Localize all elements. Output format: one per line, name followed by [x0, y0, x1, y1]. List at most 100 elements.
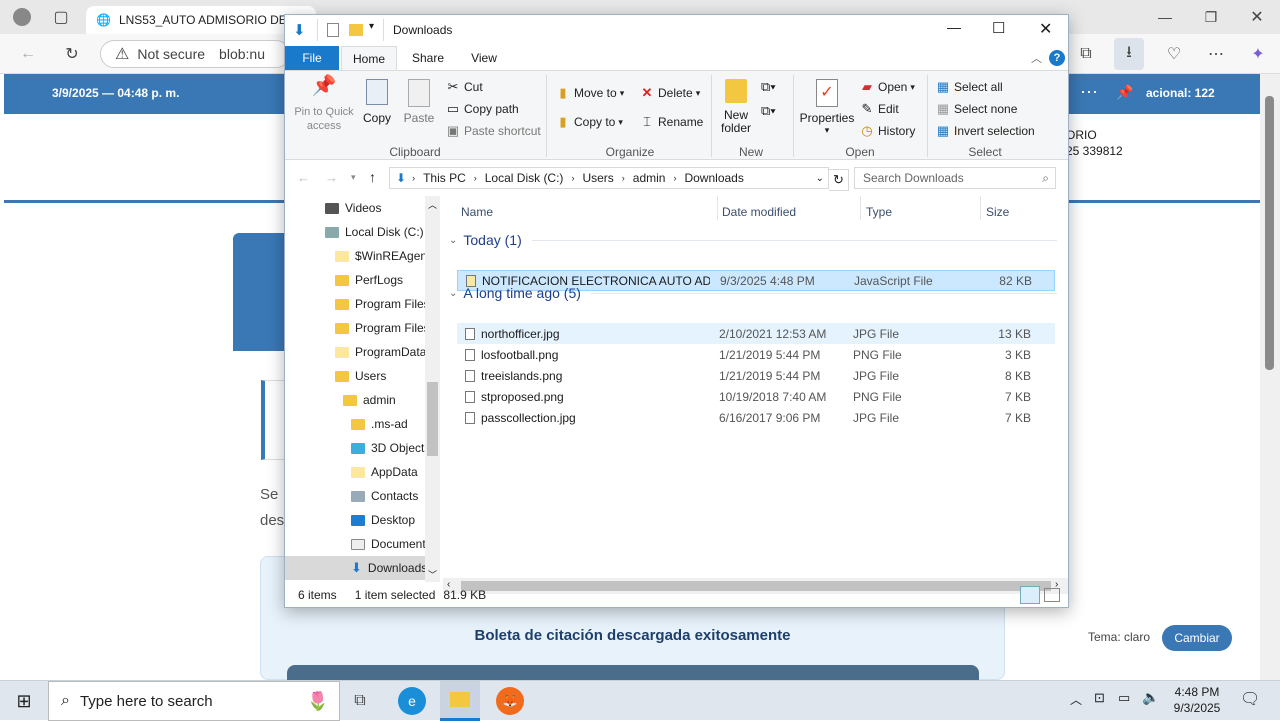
nav-item-admin[interactable]: admin	[285, 388, 425, 412]
more-icon[interactable]: ⋯	[1204, 42, 1228, 66]
group-today[interactable]: ⌄ Today (1)	[449, 232, 1057, 248]
file-row[interactable]: passcollection.jpg 6/16/2017 9:06 PM JPG F…	[457, 407, 1055, 428]
refresh-icon[interactable]: ↻	[60, 42, 84, 66]
column-date[interactable]: Date modified	[722, 205, 796, 219]
collections-icon[interactable]: ⧉	[1074, 42, 1098, 66]
copy-to-button[interactable]: ▮ Copy to ▾	[555, 114, 622, 130]
profile-icon[interactable]	[8, 6, 36, 28]
properties-small-icon[interactable]	[327, 23, 339, 37]
file-row[interactable]: treeislands.png 1/21/2019 5:44 PM JPG File…	[457, 365, 1055, 386]
page-scrollbar[interactable]	[1260, 74, 1280, 680]
nav-item-program-files[interactable]: Program Files	[285, 292, 425, 316]
paste-button[interactable]: Paste	[401, 79, 437, 125]
search-input[interactable]: Search Downloads ⌕	[854, 167, 1056, 189]
restore-icon[interactable]: ❐	[1200, 6, 1222, 28]
nav-item-winreagent[interactable]: $WinREAgent	[285, 244, 425, 268]
firefox-icon[interactable]: 🦊	[496, 687, 524, 715]
breadcrumb[interactable]: ⬇ › This PC › Local Disk (C:) › Users › adm…	[389, 167, 829, 189]
copy-path-button[interactable]: ▭ Copy path	[445, 101, 519, 117]
crumb-admin[interactable]: admin	[633, 171, 666, 185]
downloads-icon[interactable]: ⭳	[1114, 38, 1144, 70]
invert-selection-button[interactable]: ▦ Invert selection	[935, 123, 1035, 139]
device-icon[interactable]: ⊡	[1094, 690, 1105, 706]
task-view-icon[interactable]: ⧉	[348, 689, 372, 713]
up-icon[interactable]: ↑	[369, 169, 376, 185]
large-icons-view-icon[interactable]	[1044, 588, 1060, 602]
clock[interactable]: 4:48 PM 9/3/2025	[1166, 684, 1228, 716]
notifications-icon[interactable]: 🗨	[1240, 689, 1260, 709]
history-button[interactable]: ◷ History	[859, 123, 915, 139]
nav-item-appdata[interactable]: AppData	[285, 460, 425, 484]
details-view-icon[interactable]	[1020, 586, 1040, 604]
tab-home[interactable]: Home	[341, 46, 397, 71]
copy-button[interactable]: Copy	[359, 79, 395, 125]
edge-icon[interactable]: e	[398, 687, 426, 715]
nav-item-programdata[interactable]: ProgramData	[285, 340, 425, 364]
group-long-ago[interactable]: ⌄ A long time ago (5)	[449, 285, 1057, 301]
select-all-button[interactable]: ▦ Select all	[935, 79, 1003, 95]
nav-item-desktop[interactable]: Desktop	[285, 508, 425, 532]
taskbar-search[interactable]: ⌕ Type here to search 🌷	[48, 681, 340, 721]
delete-button[interactable]: ✕ Delete ▾	[639, 85, 701, 101]
tab-file[interactable]: File	[285, 46, 339, 70]
crumb-users[interactable]: Users	[582, 171, 613, 185]
nav-item-users[interactable]: Users	[285, 364, 425, 388]
back-icon[interactable]: ←	[297, 170, 310, 185]
new-item-icon[interactable]: ⧉▾	[761, 79, 776, 95]
forward-icon[interactable]: →	[325, 170, 338, 185]
file-row[interactable]: northofficer.jpg 2/10/2021 12:53 AM JPG Fi…	[457, 323, 1055, 344]
tab-share[interactable]: Share	[401, 46, 455, 70]
collapse-ribbon-icon[interactable]: ︿	[1031, 50, 1042, 66]
help-icon[interactable]: ?	[1049, 50, 1065, 66]
scroll-down-icon[interactable]: ﹀	[428, 568, 437, 581]
open-button[interactable]: ▰ Open ▾	[859, 79, 915, 95]
paste-shortcut-button[interactable]: ▣ Paste shortcut	[445, 123, 541, 139]
move-to-button[interactable]: ▮ Move to ▾	[555, 85, 624, 101]
file-explorer-taskbar-icon[interactable]	[440, 681, 480, 721]
address-dropdown-icon[interactable]: ⌄	[816, 173, 824, 184]
network-icon[interactable]: ▭	[1118, 690, 1130, 706]
nav-item-downloads[interactable]: ⬇ Downloads	[285, 556, 425, 580]
close-icon[interactable]: ✕	[1039, 19, 1052, 39]
nav-item-program-files-x86[interactable]: Program Files	[285, 316, 425, 340]
nav-item-3d-objects[interactable]: 3D Objects	[285, 436, 425, 460]
rename-button[interactable]: ⌶ Rename	[639, 114, 703, 130]
nav-item-local-disk[interactable]: Local Disk (C:)	[285, 220, 425, 244]
nav-item-documents[interactable]: Documents	[285, 532, 425, 556]
address-bar[interactable]: ⚠ Not secure blob:nu	[100, 40, 290, 68]
cut-button[interactable]: ✂ Cut	[445, 79, 483, 95]
column-type[interactable]: Type	[866, 205, 892, 219]
nav-scroll-thumb[interactable]	[427, 382, 438, 456]
chevron-up-icon[interactable]: ︿	[1070, 691, 1082, 708]
page-scroll-thumb[interactable]	[1265, 96, 1274, 370]
easy-access-icon[interactable]: ⧉▾	[761, 103, 776, 119]
volume-icon[interactable]: 🔈	[1142, 689, 1159, 706]
browser-tab-active[interactable]: 🌐 LNS53_AUTO ADMISORIO DEM	[86, 6, 316, 34]
crumb-local-disk[interactable]: Local Disk (C:)	[485, 171, 564, 185]
column-size[interactable]: Size	[986, 205, 1009, 219]
column-name[interactable]: Name	[461, 205, 493, 219]
close-icon[interactable]: ✕	[1246, 6, 1268, 28]
nav-item-videos[interactable]: Videos	[285, 196, 425, 220]
tab-view[interactable]: View	[457, 46, 511, 70]
new-folder-small-icon[interactable]	[349, 24, 363, 36]
minimize-icon[interactable]: —	[1154, 6, 1176, 28]
theme-change-button[interactable]: Cambiar	[1162, 625, 1232, 651]
windows-start-icon[interactable]: ⊞	[12, 689, 36, 713]
qat-dropdown-icon[interactable]: ▾	[369, 21, 374, 32]
recent-locations-icon[interactable]: ▾	[351, 172, 356, 183]
pin-icon[interactable]: 📌	[1116, 84, 1133, 101]
copilot-icon[interactable]: ✦	[1246, 42, 1270, 66]
properties-button[interactable]: ✓ Properties ▾	[799, 79, 855, 136]
nav-item-contacts[interactable]: Contacts	[285, 484, 425, 508]
pin-quick-access-button[interactable]: 📌 Pin to Quick access	[291, 76, 357, 133]
nav-item-perflogs[interactable]: PerfLogs	[285, 268, 425, 292]
minimize-icon[interactable]: —	[947, 19, 961, 35]
new-folder-button[interactable]: New folder	[717, 79, 755, 135]
nav-scrollbar[interactable]: ︿ ﹀	[425, 196, 440, 582]
back-icon[interactable]: ←	[16, 42, 40, 66]
edit-button[interactable]: ✎ Edit	[859, 101, 899, 117]
file-row[interactable]: losfootball.png 1/21/2019 5:44 PM PNG File…	[457, 344, 1055, 365]
select-none-button[interactable]: ▦ Select none	[935, 101, 1018, 117]
crumb-downloads[interactable]: Downloads	[684, 171, 743, 185]
